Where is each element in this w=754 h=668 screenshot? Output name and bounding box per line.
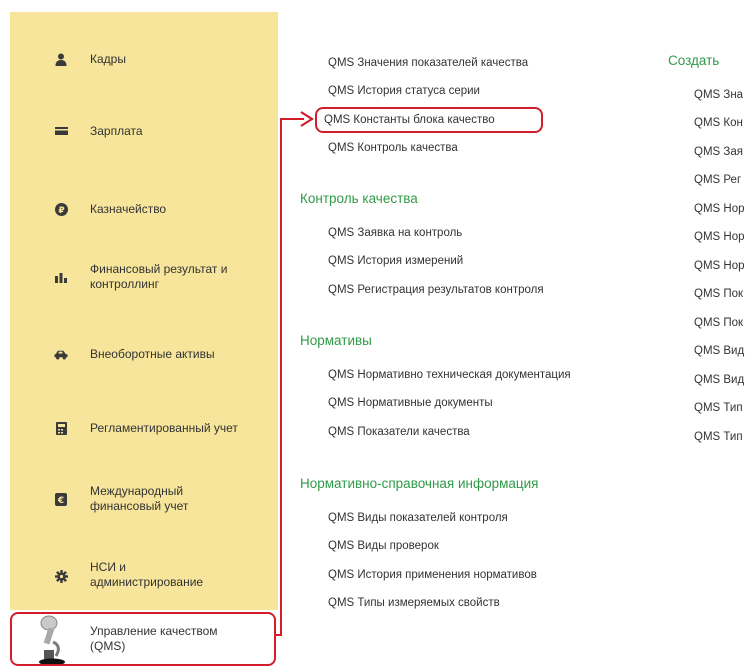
label-line-1: НСИ и — [90, 560, 126, 574]
create-link[interactable]: QMS Нор — [694, 202, 745, 216]
link-qms-control-results[interactable]: QMS Регистрация результатов контроля — [328, 283, 544, 297]
link-qms-normative-application-history[interactable]: QMS История применения нормативов — [328, 568, 537, 582]
label-line-1: Международный — [90, 484, 184, 498]
link-qms-values[interactable]: QMS Значения показателей качества — [328, 56, 528, 70]
section-title-normatives: Нормативы — [300, 333, 372, 348]
link-qms-normative-docs[interactable]: QMS Нормативные документы — [328, 396, 493, 410]
person-icon — [54, 52, 68, 66]
link-qms-check-types[interactable]: QMS Виды проверок — [328, 539, 439, 553]
sidebar-item-label: НСИ и администрирование — [90, 560, 203, 590]
sidebar-item-ifrs[interactable]: € Международный финансовый учет — [10, 482, 278, 518]
label-line-1: Финансовый результат и — [90, 262, 228, 276]
ruble-coin-icon: ₽ — [54, 202, 68, 216]
label-line-2: контроллинг — [90, 277, 159, 291]
sidebar-item-label: Финансовый результат и контроллинг — [90, 262, 227, 292]
create-link[interactable]: QMS Вид — [694, 373, 744, 387]
connector-line-vertical — [280, 118, 282, 636]
link-qms-control-indicator-types[interactable]: QMS Виды показателей контроля — [328, 511, 508, 525]
create-link[interactable]: QMS Нор — [694, 230, 745, 244]
sidebar-item-label: Регламентированный учет — [90, 421, 238, 435]
sidebar-item-label: Международный финансовый учет — [90, 484, 188, 514]
calculator-icon — [54, 421, 68, 435]
create-link[interactable]: QMS Пок — [694, 316, 743, 330]
sidebar-item-kaznacheystvo[interactable]: ₽ Казначейство — [10, 195, 278, 223]
create-link[interactable]: QMS Зна — [694, 88, 743, 102]
section-title-quality-control: Контроль качества — [300, 191, 418, 206]
sidebar-item-vneoborotnye[interactable]: Внеоборотные активы — [10, 340, 278, 368]
section-title-create: Создать — [668, 53, 720, 68]
create-link[interactable]: QMS Пок — [694, 287, 743, 301]
create-link[interactable]: QMS Тип — [694, 401, 743, 415]
sidebar-item-kadry[interactable]: Кадры — [10, 45, 278, 73]
section-title-reference-info: Нормативно-справочная информация — [300, 476, 539, 491]
sidebar-item-label: Зарплата — [90, 124, 143, 138]
link-qms-normative-tech-docs[interactable]: QMS Нормативно техническая документация — [328, 368, 571, 382]
car-icon — [54, 347, 68, 361]
create-link[interactable]: QMS Рег — [694, 173, 741, 187]
link-qms-constants[interactable]: QMS Константы блока качество — [324, 113, 495, 127]
link-qms-series-status-history[interactable]: QMS История статуса серии — [328, 84, 480, 98]
create-link[interactable]: QMS Нор — [694, 259, 745, 273]
sidebar-item-label: Казначейство — [90, 202, 167, 216]
label-line-2: администрирование — [90, 575, 204, 589]
link-qms-measured-property-types[interactable]: QMS Типы измеряемых свойств — [328, 596, 500, 610]
link-qms-control-request[interactable]: QMS Заявка на контроль — [328, 226, 462, 240]
create-link[interactable]: QMS Вид — [694, 344, 744, 358]
label-line-2: финансовый учет — [90, 499, 189, 513]
svg-text:€: € — [57, 496, 64, 506]
sidebar-highlight-outline — [10, 612, 276, 666]
wallet-icon — [54, 124, 68, 138]
create-link[interactable]: QMS Кон — [694, 116, 743, 130]
bar-chart-icon — [54, 270, 68, 284]
link-qms-measurement-history[interactable]: QMS История измерений — [328, 254, 463, 268]
sidebar-item-reglament[interactable]: Регламентированный учет — [10, 414, 278, 442]
arrow-head-icon — [300, 111, 314, 127]
gear-icon — [54, 569, 68, 583]
euro-icon: € — [54, 492, 68, 506]
link-qms-quality-control[interactable]: QMS Контроль качества — [328, 141, 458, 155]
sidebar-item-nsi[interactable]: НСИ и администрирование — [10, 558, 278, 594]
sections-sidebar: Кадры Зарплата ₽ Казначейство Финансовый… — [10, 12, 278, 668]
create-link[interactable]: QMS Зая — [694, 145, 743, 159]
sidebar-item-fin-result[interactable]: Финансовый результат и контроллинг — [10, 260, 278, 296]
sidebar-item-label: Кадры — [90, 52, 126, 66]
svg-text:₽: ₽ — [58, 206, 64, 216]
sidebar-item-label: Внеоборотные активы — [90, 347, 215, 361]
create-link[interactable]: QMS Тип — [694, 430, 743, 444]
sidebar-item-zarplata[interactable]: Зарплата — [10, 117, 278, 145]
link-qms-quality-indicators[interactable]: QMS Показатели качества — [328, 425, 470, 439]
